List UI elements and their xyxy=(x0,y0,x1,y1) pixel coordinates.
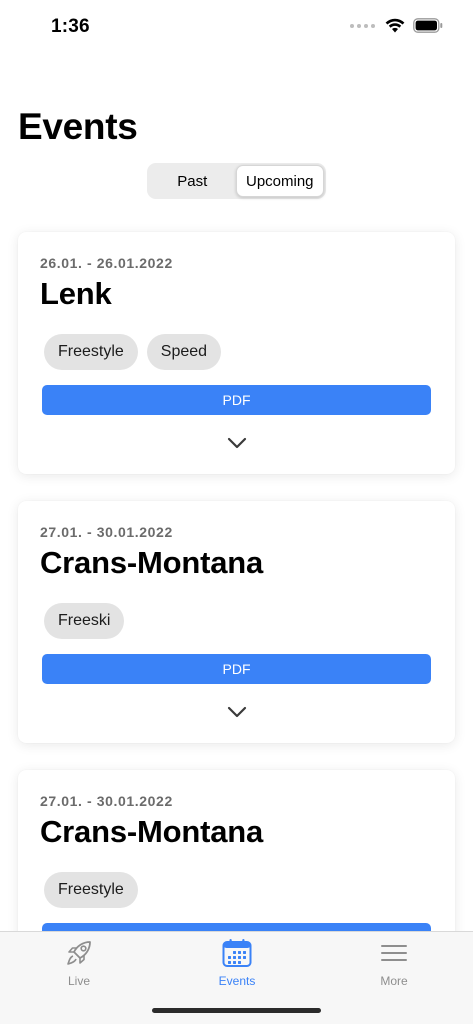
event-tags: Freestyle Speed xyxy=(44,334,222,370)
tab-label: Events xyxy=(218,974,256,988)
event-name: Crans-Montana xyxy=(40,545,264,580)
tab-live[interactable]: Live xyxy=(19,936,139,992)
events-screen: 1:36 Events Past Upcoming 26.01. - 26.01… xyxy=(0,0,473,1024)
pdf-button[interactable]: PDF xyxy=(42,654,431,684)
status-time: 1:36 xyxy=(51,16,90,37)
home-indicator xyxy=(152,1008,321,1013)
event-card: 27.01. - 30.01.2022 Crans-Montana Freesk… xyxy=(18,501,455,743)
event-tag: Freeski xyxy=(44,603,125,639)
wifi-icon xyxy=(385,18,405,33)
segment-past[interactable]: Past xyxy=(149,165,236,197)
calendar-icon xyxy=(220,936,254,970)
event-name: Lenk xyxy=(40,276,112,311)
page-title: Events xyxy=(18,106,138,147)
event-dates: 27.01. - 30.01.2022 xyxy=(40,524,173,540)
tab-more[interactable]: More xyxy=(334,936,454,992)
status-bar: 1:36 xyxy=(0,0,473,54)
event-dates: 27.01. - 30.01.2022 xyxy=(40,793,173,809)
status-icons xyxy=(350,18,443,33)
event-name: Crans-Montana xyxy=(40,814,264,849)
event-tags: Freestyle xyxy=(44,872,138,908)
past-upcoming-segmented-control: Past Upcoming xyxy=(147,163,326,199)
tab-label: Live xyxy=(67,974,90,988)
segment-upcoming[interactable]: Upcoming xyxy=(235,165,324,197)
battery-icon xyxy=(413,18,443,33)
event-tag: Freestyle xyxy=(44,334,138,370)
tab-label: More xyxy=(380,974,408,988)
signal-icon xyxy=(350,23,375,28)
event-tag: Freestyle xyxy=(44,872,138,908)
event-tag: Speed xyxy=(146,334,222,370)
event-tags: Freeski xyxy=(44,603,125,639)
event-dates: 26.01. - 26.01.2022 xyxy=(40,255,173,271)
menu-icon xyxy=(377,936,411,970)
chevron-down-icon[interactable] xyxy=(226,705,248,719)
chevron-down-icon[interactable] xyxy=(226,436,248,450)
tab-events[interactable]: Events xyxy=(177,936,297,992)
rocket-icon xyxy=(62,936,96,970)
pdf-button[interactable]: PDF xyxy=(42,385,431,415)
event-card: 26.01. - 26.01.2022 Lenk Freestyle Speed… xyxy=(18,232,455,474)
